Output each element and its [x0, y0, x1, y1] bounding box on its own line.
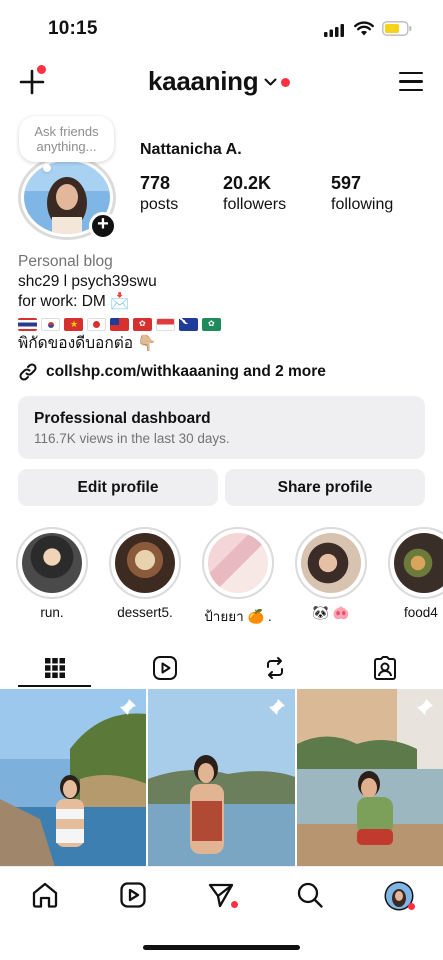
tagged-icon — [374, 656, 396, 680]
hamburger-icon — [399, 72, 423, 75]
story-highlight[interactable]: dessert5. — [109, 527, 181, 620]
profile-category: Personal blog — [18, 253, 113, 270]
highlight-label: 🐼 🐽 — [312, 605, 350, 620]
pinned-icon — [268, 699, 285, 715]
flag-japan-icon — [87, 317, 106, 331]
notification-dot — [37, 65, 46, 74]
profile-content-tabs — [0, 648, 443, 688]
bio-line: พิกัดของดีบอกต่อ 👇🏼 — [18, 335, 157, 352]
profile-bio: Personal blog shc29 l psych39swu for wor… — [18, 252, 428, 354]
notification-dot — [408, 903, 415, 910]
reels-icon — [120, 882, 146, 908]
add-story-button[interactable]: + — [89, 212, 117, 240]
post-thumbnail[interactable] — [296, 689, 443, 867]
notes-bubble-tail — [43, 164, 51, 172]
chevron-down-icon — [264, 78, 277, 86]
create-post-button[interactable] — [18, 65, 46, 96]
highlight-label: food4 — [404, 605, 438, 620]
story-highlight[interactable]: food4 — [388, 527, 443, 620]
story-highlight[interactable]: ป้ายยา 🍊 . — [202, 527, 274, 627]
highlight-cover — [394, 533, 443, 593]
flag-australia-icon — [179, 317, 198, 331]
account-notification-dot — [281, 78, 291, 87]
bio-link[interactable]: collshp.com/withkaaaning and 2 more — [18, 362, 326, 382]
tab-reels[interactable] — [110, 648, 220, 688]
professional-dashboard[interactable]: Professional dashboard 116.7K views in t… — [18, 396, 425, 459]
pinned-icon — [416, 699, 433, 715]
display-name: Nattanicha A. — [140, 141, 242, 158]
highlight-cover — [115, 533, 175, 593]
post-thumbnail[interactable] — [148, 689, 295, 867]
flag-hong-kong-icon: ✿ — [133, 317, 152, 331]
flag-taiwan-icon — [110, 317, 129, 331]
flag-thailand-icon — [18, 317, 37, 331]
menu-button[interactable] — [399, 72, 423, 92]
edit-profile-button[interactable]: Edit profile — [18, 469, 218, 506]
home-icon — [32, 882, 58, 908]
grid-icon — [45, 658, 65, 678]
bio-flags: ★ ✿ ✿ — [18, 314, 428, 334]
tab-reposts[interactable] — [220, 648, 330, 688]
dashboard-subtitle: 116.7K views in the last 30 days. — [34, 431, 230, 446]
flag-macau-icon: ✿ — [202, 317, 221, 331]
posts-grid — [0, 689, 443, 867]
profile-username: kaaaning — [148, 66, 259, 96]
bio-line: for work: DM 📩 — [18, 293, 130, 310]
tab-posts[interactable] — [0, 648, 110, 688]
flag-singapore-icon — [156, 317, 175, 331]
status-bar: 10:15 — [0, 0, 443, 58]
flag-south-korea-icon — [41, 317, 60, 331]
direct-messages-tab[interactable] — [207, 881, 238, 909]
highlight-cover — [208, 533, 268, 593]
account-switcher[interactable]: kaaaning — [148, 66, 291, 97]
followers-count[interactable]: 20.2K followers — [223, 173, 286, 214]
battery-icon — [382, 21, 412, 36]
search-icon — [297, 882, 323, 908]
active-tab-indicator — [18, 685, 91, 687]
highlight-label: run. — [40, 605, 64, 620]
reels-tab[interactable] — [119, 881, 147, 909]
posts-count[interactable]: 778 posts — [140, 173, 178, 214]
bio-line: shc29 l psych39swu — [18, 273, 157, 290]
following-count[interactable]: 597 following — [331, 173, 393, 214]
reels-icon — [153, 656, 177, 680]
home-tab[interactable] — [31, 881, 59, 909]
highlight-cover — [301, 533, 361, 593]
notification-dot — [231, 901, 238, 908]
story-highlight[interactable]: 🐼 🐽 — [295, 527, 367, 621]
cellular-signal-icon — [324, 24, 344, 37]
search-tab[interactable] — [296, 881, 324, 909]
status-time: 10:15 — [48, 18, 98, 39]
repost-icon — [267, 657, 283, 679]
profile-top-nav: kaaaning — [0, 58, 443, 108]
notes-bubble[interactable]: Ask friends anything... — [19, 116, 114, 162]
tab-tagged[interactable] — [330, 648, 440, 688]
post-thumbnail[interactable] — [0, 689, 147, 867]
highlight-cover — [22, 533, 82, 593]
share-profile-button[interactable]: Share profile — [225, 469, 425, 506]
profile-tab[interactable] — [384, 881, 415, 911]
dashboard-title: Professional dashboard — [34, 410, 211, 427]
highlight-label: dessert5. — [117, 605, 173, 620]
bottom-tab-bar — [0, 866, 443, 960]
story-highlight[interactable]: run. — [16, 527, 88, 620]
flag-vietnam-icon: ★ — [64, 317, 83, 331]
link-icon — [19, 363, 37, 381]
home-indicator — [143, 945, 300, 950]
highlight-label: ป้ายยา 🍊 . — [204, 609, 272, 624]
pinned-icon — [120, 699, 137, 715]
bio-link-text: collshp.com/withkaaaning and 2 more — [46, 363, 326, 380]
wifi-icon — [354, 21, 374, 36]
